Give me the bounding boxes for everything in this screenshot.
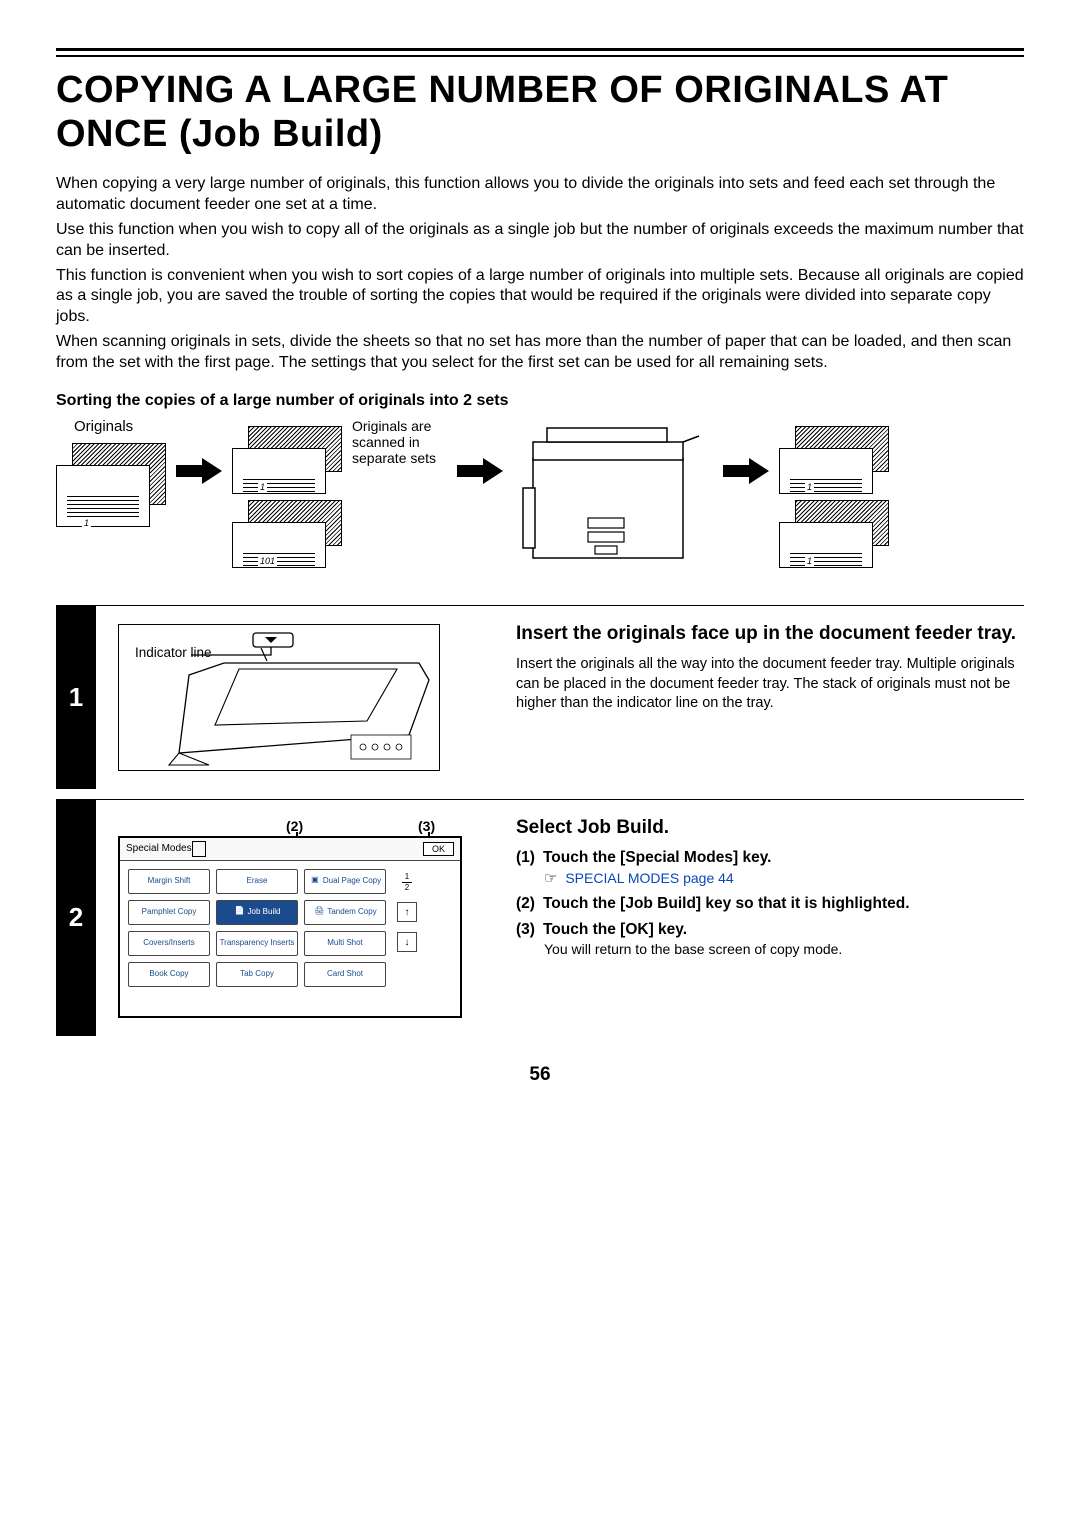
- page-title: COPYING A LARGE NUMBER OF ORIGINALS AT O…: [56, 69, 1024, 156]
- step-1-title: Insert the originals face up in the docu…: [516, 622, 1024, 646]
- step-2: 2 (2) (3) Special Modes OK Mar: [56, 799, 1024, 1036]
- pointing-hand-icon: ☞: [544, 869, 557, 887]
- dual-page-icon: ▣: [309, 876, 321, 886]
- panel-title: Special Modes: [126, 843, 192, 854]
- arrow-right-icon: [457, 458, 503, 484]
- step-1: 1 Indicator line: [56, 605, 1024, 789]
- tab-copy-key[interactable]: Tab Copy: [216, 962, 298, 987]
- intro-para-1: When copying a very large number of orig…: [56, 174, 1024, 216]
- multi-shot-key[interactable]: Multi Shot: [304, 931, 386, 956]
- inst-3-body: You will return to the base screen of co…: [544, 941, 842, 957]
- scroll-up-button[interactable]: ↑: [397, 902, 417, 922]
- step-number: 2: [56, 800, 96, 1036]
- margin-shift-key[interactable]: Margin Shift: [128, 869, 210, 894]
- erase-key[interactable]: Erase: [216, 869, 298, 894]
- pamphlet-copy-key[interactable]: Pamphlet Copy: [128, 900, 210, 925]
- book-copy-key[interactable]: Book Copy: [128, 962, 210, 987]
- copier-icon: [513, 418, 713, 573]
- tandem-icon: 🖨: [313, 907, 325, 917]
- page-number: 56: [56, 1064, 1024, 1086]
- paperstack-icon: 1: [779, 500, 889, 566]
- special-modes-panel: Special Modes OK Margin Shift Erase ▣Dua…: [118, 836, 462, 1018]
- transparency-inserts-key[interactable]: Transparency Inserts: [216, 931, 298, 956]
- arrow-right-icon: [176, 458, 222, 484]
- inst-1-number: (1): [516, 849, 535, 867]
- inst-2-number: (2): [516, 895, 535, 913]
- dual-page-copy-key[interactable]: ▣Dual Page Copy: [304, 869, 386, 894]
- job-build-key[interactable]: 📄Job Build: [216, 900, 298, 925]
- workflow-diagram: Originals 1 1: [56, 418, 1024, 573]
- special-modes-link[interactable]: SPECIAL MODES page 44: [565, 870, 733, 886]
- step-2-title: Select Job Build.: [516, 816, 1024, 840]
- panel-callouts: (2) (3): [118, 818, 458, 836]
- inst-3-text: Touch the [OK] key.: [543, 921, 687, 939]
- card-shot-key[interactable]: Card Shot: [304, 962, 386, 987]
- inst-1-text: Touch the [Special Modes] key.: [543, 849, 772, 867]
- paperstack-icon: 1: [56, 443, 166, 528]
- covers-inserts-key[interactable]: Covers/Inserts: [128, 931, 210, 956]
- step-number: 1: [56, 606, 96, 789]
- intro-para-2: Use this function when you wish to copy …: [56, 220, 1024, 262]
- page-fraction: 1 2: [402, 873, 412, 893]
- intro-para-3: This function is convenient when you wis…: [56, 266, 1024, 328]
- paperstack-icon: 1: [779, 426, 889, 492]
- step-1-body: Insert the originals all the way into th…: [516, 655, 1024, 714]
- document-icon: [192, 841, 206, 857]
- intro-para-4: When scanning originals in sets, divide …: [56, 332, 1024, 374]
- paperstack-icon: 101: [232, 500, 342, 566]
- top-rule: [56, 48, 1024, 57]
- paperstack-icon: 1: [232, 426, 342, 492]
- diagram-heading: Sorting the copies of a large number of …: [56, 392, 1024, 410]
- inst-3-number: (3): [516, 921, 535, 939]
- tandem-copy-key[interactable]: 🖨Tandem Copy: [304, 900, 386, 925]
- scan-label: Originals are scanned in separate sets: [352, 418, 447, 466]
- job-build-icon: 📄: [234, 907, 246, 917]
- ok-button[interactable]: OK: [423, 842, 454, 856]
- arrow-right-icon: [723, 458, 769, 484]
- feeder-tray-illustration: Indicator line: [118, 624, 440, 771]
- originals-label: Originals: [56, 418, 166, 435]
- inst-2-text: Touch the [Job Build] key so that it is …: [543, 895, 910, 913]
- scroll-down-button[interactable]: ↓: [397, 932, 417, 952]
